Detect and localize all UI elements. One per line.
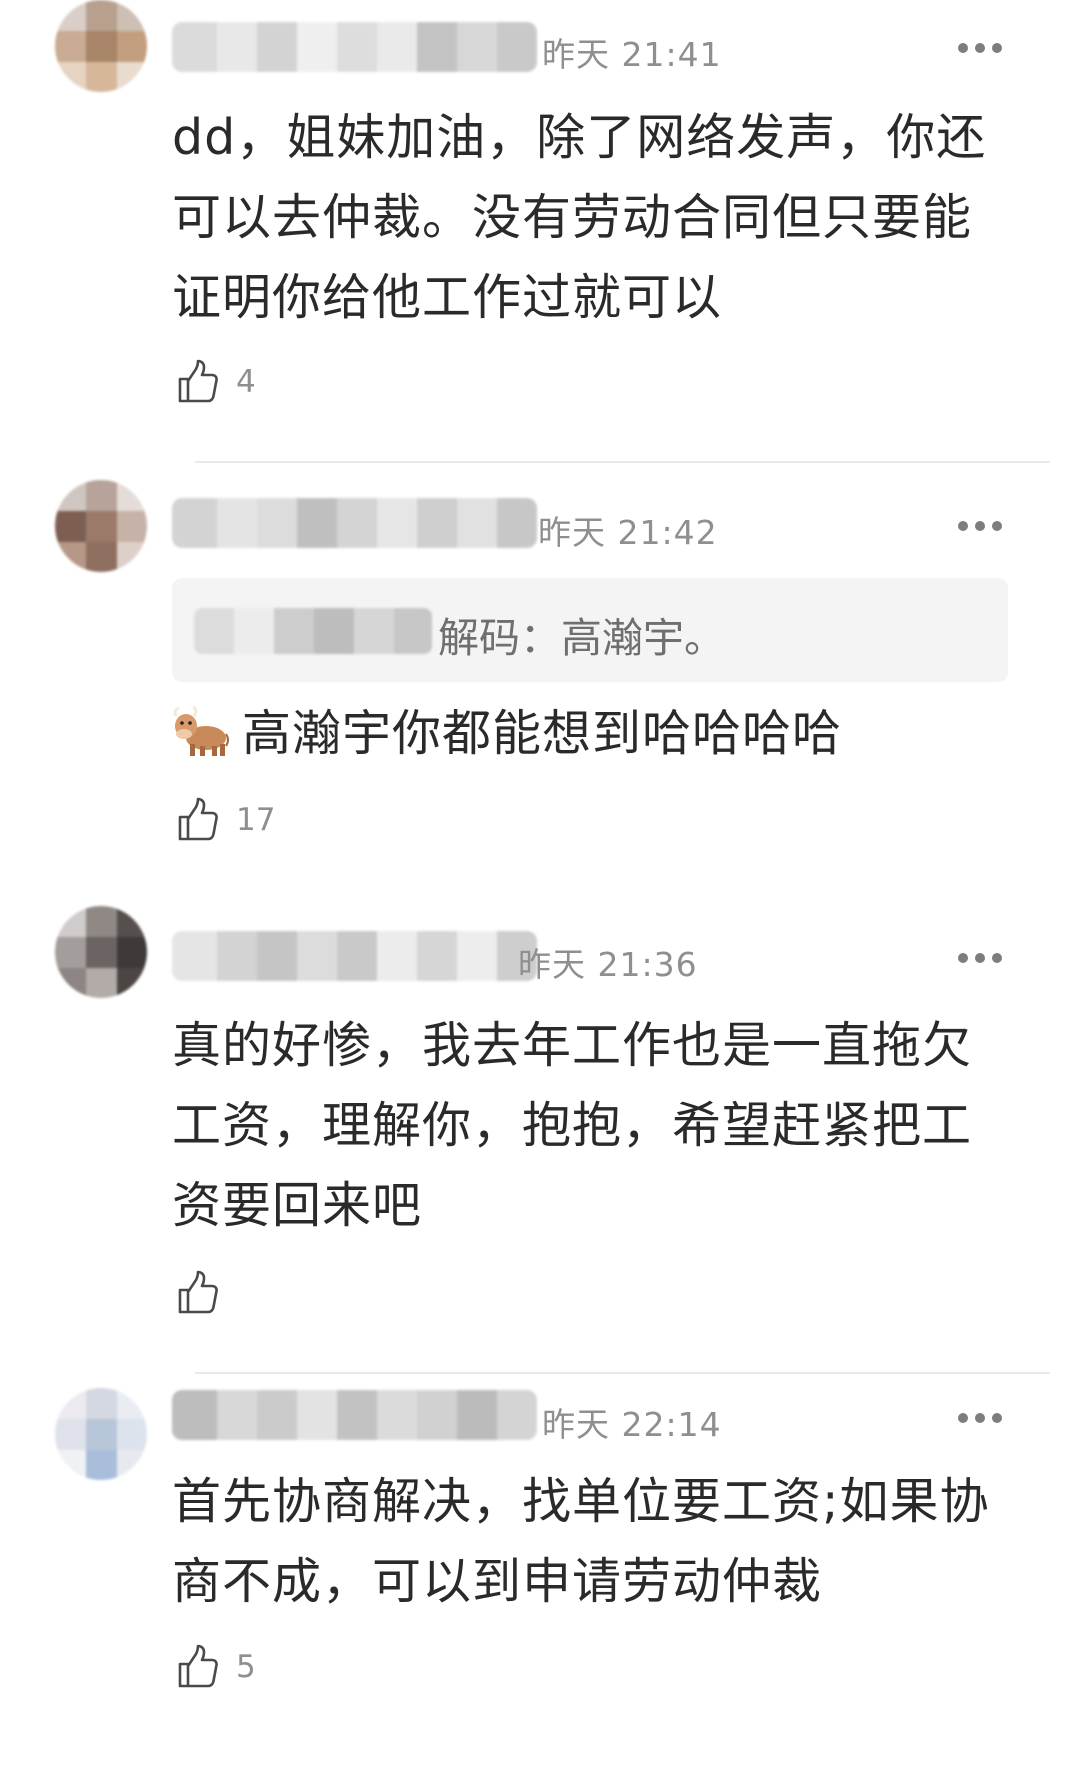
like-button[interactable]: 4 [176, 357, 256, 407]
cow-emoji-icon [173, 705, 229, 756]
like-count: 17 [236, 802, 276, 838]
username-blurred[interactable] [172, 1390, 537, 1440]
username-blurred[interactable] [172, 22, 537, 72]
comment-text: 首先协商解决，找单位要工资;如果协商不成，可以到申请劳动仲裁 [172, 1473, 990, 1610]
thumbs-up-icon [178, 1644, 218, 1688]
quoted-username-blurred [194, 608, 432, 654]
thumbs-up-icon [178, 359, 218, 403]
thumbs-up-icon [178, 797, 218, 841]
username-blurred[interactable] [172, 931, 537, 981]
comment-time: 昨天 21:42 [538, 513, 718, 552]
avatar[interactable] [55, 906, 147, 998]
divider [195, 1372, 1050, 1374]
like-button[interactable] [176, 1268, 236, 1318]
comment-text: 高瀚宇你都能想到哈哈哈哈 [172, 694, 1012, 774]
like-count: 4 [236, 364, 256, 400]
divider [195, 461, 1050, 463]
like-button[interactable]: 5 [176, 1642, 256, 1692]
like-count: 5 [236, 1649, 256, 1685]
like-button[interactable]: 17 [176, 795, 275, 845]
comment-text-content: 高瀚宇你都能想到哈哈哈哈 [242, 705, 843, 762]
avatar[interactable] [55, 1388, 147, 1480]
avatar[interactable] [55, 480, 147, 572]
more-dots-icon[interactable] [958, 41, 1002, 55]
more-dots-icon[interactable] [958, 1411, 1002, 1425]
thumbs-up-icon [178, 1270, 218, 1314]
quoted-reply[interactable]: 解码：高瀚宇。 [172, 578, 1008, 682]
comment-time: 昨天 21:36 [518, 945, 698, 984]
quoted-text: 解码：高瀚宇。 [438, 614, 725, 662]
comment-text: 真的好惨，我去年工作也是一直拖欠工资，理解你，抱抱，希望赶紧把工资要回来吧 [172, 1017, 973, 1234]
comment-text: dd，姐妹加油，除了网络发声，你还可以去仲裁。没有劳动合同但只要能证明你给他工作… [172, 109, 987, 326]
more-dots-icon[interactable] [958, 519, 1002, 533]
comment-time: 昨天 21:41 [542, 35, 722, 74]
more-dots-icon[interactable] [958, 951, 1002, 965]
username-blurred[interactable] [172, 498, 537, 548]
avatar[interactable] [55, 0, 147, 92]
comment-time: 昨天 22:14 [542, 1405, 722, 1444]
